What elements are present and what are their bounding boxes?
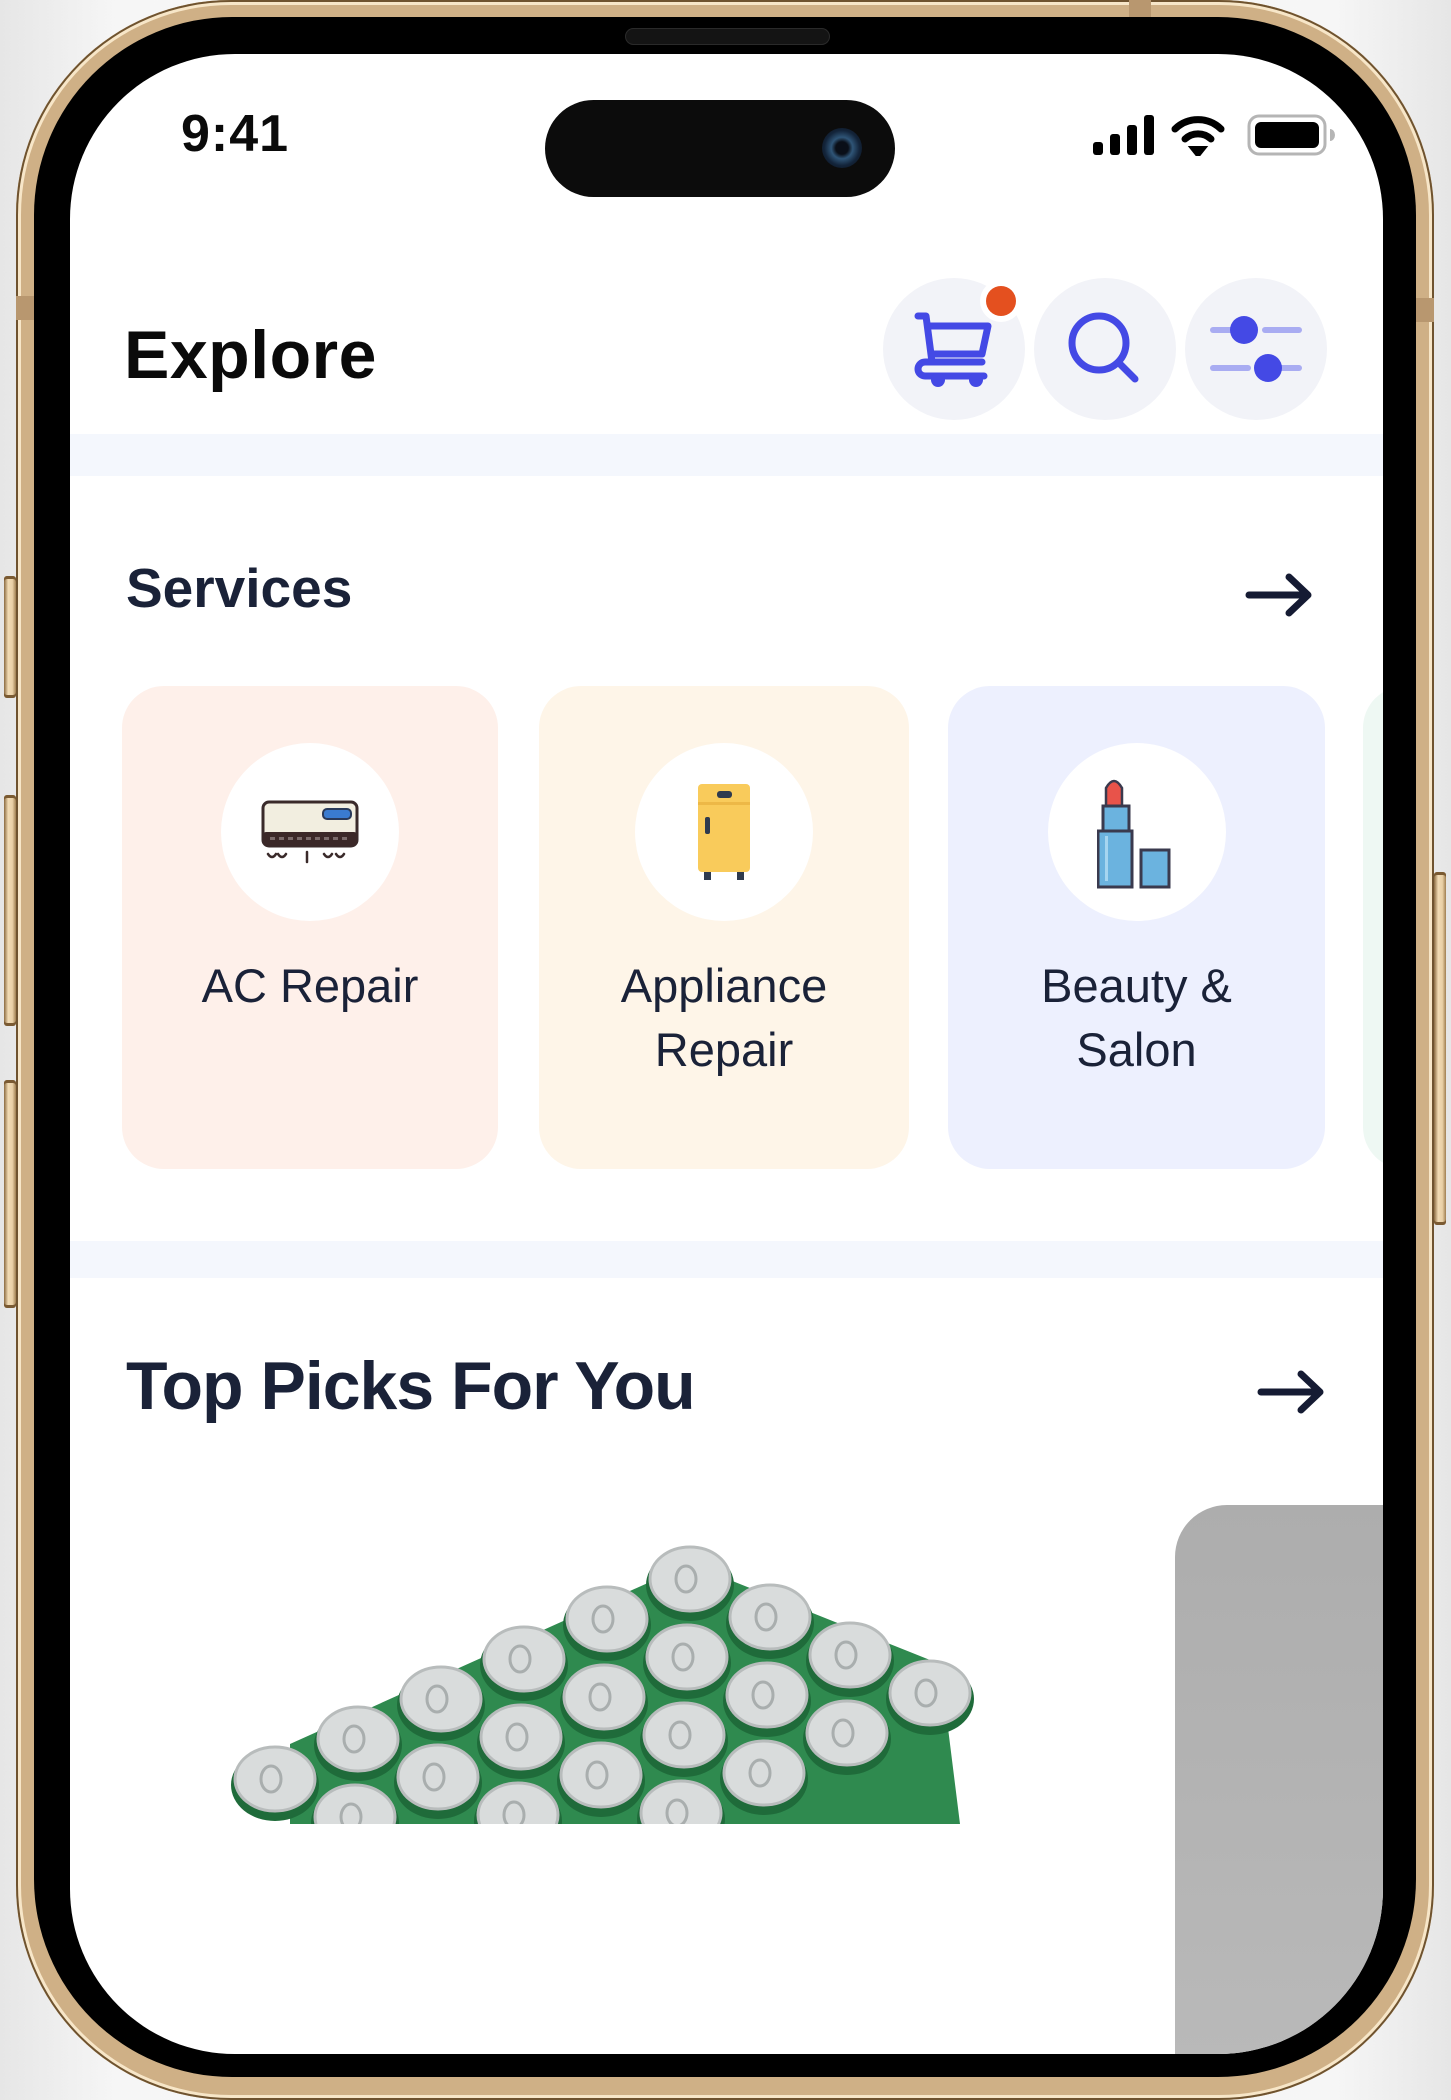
can-top [557, 1741, 645, 1817]
cart-button[interactable] [883, 278, 1025, 420]
can-top [480, 1625, 568, 1701]
cart-badge [986, 286, 1016, 316]
service-label-line: Beauty & [1041, 959, 1232, 1012]
volume-up-button [4, 795, 16, 1026]
product-card-placeholder[interactable] [1175, 1505, 1383, 2054]
action-button [4, 576, 16, 698]
page-title: Explore [124, 317, 377, 393]
refrigerator-icon [698, 784, 750, 880]
section-divider [70, 434, 1383, 476]
search-button[interactable] [1034, 278, 1176, 420]
service-label: Beauty & Salon [948, 954, 1325, 1082]
status-time: 9:41 [181, 105, 290, 163]
volume-down-button [4, 1080, 16, 1308]
service-icon-wrap [1047, 743, 1226, 921]
service-label: Appliance Repair [539, 954, 909, 1082]
dynamic-island [545, 100, 895, 197]
can-top [314, 1705, 402, 1781]
power-button [1434, 872, 1446, 1225]
service-card-ac-repair[interactable]: AC Repair [122, 686, 498, 1169]
service-label: AC Repair [122, 954, 498, 1018]
earpiece-speaker [625, 28, 830, 45]
can-top [563, 1585, 651, 1661]
product-image-cans[interactable] [220, 1524, 1100, 1824]
can-top [803, 1699, 891, 1775]
cellular-signal-icon [1093, 115, 1154, 155]
sliders-icon [1210, 316, 1302, 382]
antenna-band [1129, 0, 1151, 17]
service-card-appliance-repair[interactable]: Appliance Repair [539, 686, 909, 1169]
services-heading: Services [126, 557, 353, 619]
service-card-beauty-salon[interactable]: Beauty & Salon [948, 686, 1325, 1169]
can-top [643, 1623, 731, 1699]
top-picks-heading: Top Picks For You [126, 1348, 696, 1424]
can-top [397, 1665, 485, 1741]
battery-icon [1247, 114, 1335, 156]
air-conditioner-icon [261, 800, 359, 864]
lipstick-icon [1096, 779, 1170, 889]
status-icons [1093, 114, 1335, 156]
service-label-line: Salon [1076, 1023, 1197, 1076]
top-picks-see-all-arrow-icon[interactable] [1257, 1367, 1327, 1417]
service-card-peek[interactable] [1363, 686, 1383, 1169]
service-label-line: Repair [654, 1023, 794, 1076]
can-top [394, 1743, 482, 1819]
can-top [646, 1545, 734, 1621]
section-divider [70, 1241, 1383, 1278]
can-top [723, 1661, 811, 1737]
can-top [806, 1621, 894, 1697]
can-top [886, 1659, 974, 1735]
cart-icon [914, 312, 992, 387]
phone-screen: 9:41 Explore Services AC Repair Applianc… [70, 54, 1383, 2054]
can-top [726, 1583, 814, 1659]
service-icon-wrap [221, 743, 399, 921]
front-camera [822, 128, 862, 168]
antenna-band [16, 296, 34, 320]
service-icon-wrap [635, 743, 813, 921]
filter-button[interactable] [1185, 278, 1327, 420]
service-label-line: Appliance [620, 959, 828, 1012]
can-top [231, 1745, 319, 1821]
can-top [640, 1701, 728, 1777]
can-top [720, 1739, 808, 1815]
service-label-line: AC Repair [201, 959, 419, 1012]
can-top [560, 1663, 648, 1739]
antenna-band [1416, 298, 1434, 322]
search-icon [1068, 312, 1139, 383]
services-see-all-arrow-icon[interactable] [1245, 570, 1315, 620]
wifi-icon [1171, 116, 1225, 156]
